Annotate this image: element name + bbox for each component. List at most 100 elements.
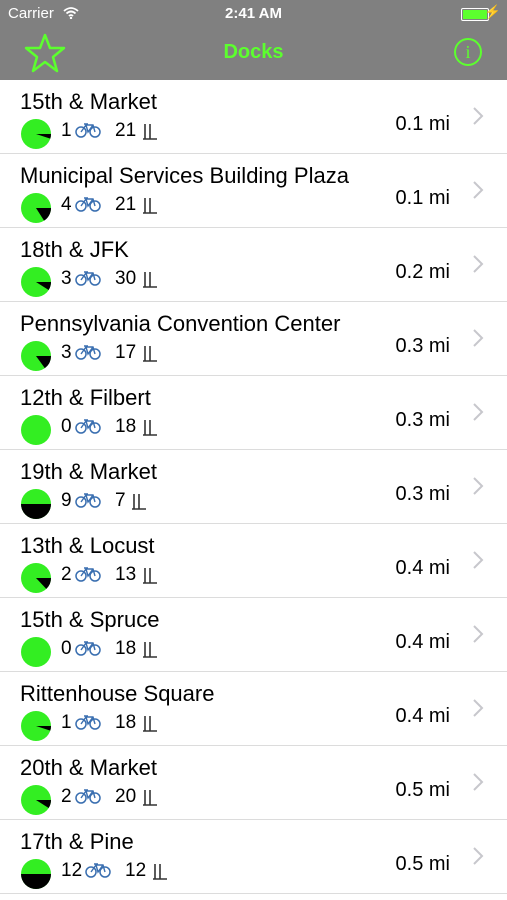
station-row[interactable]: 15th & Market 1 21 0.1 mi — [0, 80, 507, 154]
bike-icon — [75, 788, 101, 809]
station-distance: 0.3 mi — [395, 335, 450, 357]
dock-count: 18 — [115, 712, 137, 733]
station-row[interactable]: 19th & Market 9 7 0.3 mi — [0, 450, 507, 524]
dock-icon — [152, 863, 168, 886]
dock-icon — [131, 493, 147, 516]
station-distance: 0.1 mi — [395, 113, 450, 135]
dock-count: 21 — [115, 120, 137, 141]
bike-count: 0 — [61, 638, 72, 659]
dock-icon — [142, 789, 158, 812]
dock-count: 18 — [115, 416, 137, 437]
chevron-right-icon — [472, 846, 484, 871]
availability-pie-icon — [20, 340, 52, 377]
dock-icon — [142, 271, 158, 294]
station-distance: 0.2 mi — [395, 261, 450, 283]
station-distance: 0.4 mi — [395, 631, 450, 653]
bike-icon — [75, 418, 101, 439]
chevron-right-icon — [472, 402, 484, 427]
bike-count: 0 — [61, 416, 72, 437]
bike-count: 2 — [61, 786, 72, 807]
station-list: 15th & Market 1 21 0.1 mi Municipal Services… — [0, 80, 507, 894]
station-name: 17th & Pine — [20, 829, 134, 854]
availability-pie-icon — [20, 562, 52, 599]
availability-pie-icon — [20, 784, 52, 821]
station-distance: 0.5 mi — [395, 853, 450, 875]
bike-icon — [75, 196, 101, 217]
chevron-right-icon — [472, 106, 484, 131]
station-row[interactable]: 20th & Market 2 20 0.5 mi — [0, 746, 507, 820]
bike-count: 1 — [61, 712, 72, 733]
station-name: 19th & Market — [20, 459, 157, 484]
bike-count: 3 — [61, 268, 72, 289]
dock-icon — [142, 641, 158, 664]
status-bar: Carrier 2:41 AM ⚡ — [0, 0, 507, 28]
dock-icon — [142, 567, 158, 590]
station-name: 15th & Spruce — [20, 607, 160, 632]
dock-count: 13 — [115, 564, 137, 585]
dock-count: 12 — [125, 860, 147, 881]
page-title: Docks — [223, 41, 284, 63]
charging-icon: ⚡ — [484, 4, 501, 19]
availability-pie-icon — [20, 488, 52, 525]
station-name: Pennsylvania Convention Center — [20, 311, 341, 336]
chevron-right-icon — [472, 328, 484, 353]
station-row[interactable]: Municipal Services Building Plaza 4 21 0.1 … — [0, 154, 507, 228]
dock-count: 7 — [115, 490, 126, 511]
bike-count: 2 — [61, 564, 72, 585]
station-distance: 0.5 mi — [395, 779, 450, 801]
station-name: Municipal Services Building Plaza — [20, 163, 349, 188]
station-distance: 0.4 mi — [395, 705, 450, 727]
station-distance: 0.4 mi — [395, 557, 450, 579]
dock-icon — [142, 715, 158, 738]
chevron-right-icon — [472, 550, 484, 575]
station-row[interactable]: 17th & Pine 12 12 0.5 mi — [0, 820, 507, 894]
bike-icon — [75, 566, 101, 587]
bike-count: 3 — [61, 342, 72, 363]
dock-icon — [142, 345, 158, 368]
bike-icon — [75, 270, 101, 291]
station-distance: 0.3 mi — [395, 409, 450, 431]
station-distance: 0.1 mi — [395, 187, 450, 209]
dock-count: 21 — [115, 194, 137, 215]
availability-pie-icon — [20, 192, 52, 229]
bike-count: 1 — [61, 120, 72, 141]
bike-icon — [75, 492, 101, 513]
station-name: 15th & Market — [20, 89, 157, 114]
nav-bar: Docks i — [0, 28, 507, 80]
bike-icon — [75, 714, 101, 735]
chevron-right-icon — [472, 254, 484, 279]
station-name: 13th & Locust — [20, 533, 155, 558]
bike-icon — [75, 640, 101, 661]
station-row[interactable]: 18th & JFK 3 30 0.2 mi — [0, 228, 507, 302]
station-row[interactable]: Rittenhouse Square 1 18 0.4 mi — [0, 672, 507, 746]
bike-icon — [75, 122, 101, 143]
bike-count: 12 — [61, 860, 83, 881]
station-name: 20th & Market — [20, 755, 157, 780]
availability-pie-icon — [20, 118, 52, 155]
station-name: 18th & JFK — [20, 237, 129, 262]
info-icon[interactable]: i — [454, 38, 482, 66]
dock-count: 20 — [115, 786, 137, 807]
station-name: Rittenhouse Square — [20, 681, 215, 706]
dock-icon — [142, 197, 158, 220]
station-row[interactable]: 15th & Spruce 0 18 0.4 mi — [0, 598, 507, 672]
availability-pie-icon — [20, 414, 52, 451]
station-row[interactable]: Pennsylvania Convention Center 3 17 0.3 mi — [0, 302, 507, 376]
chevron-right-icon — [472, 180, 484, 205]
chevron-right-icon — [472, 772, 484, 797]
station-row[interactable]: 12th & Filbert 0 18 0.3 mi — [0, 376, 507, 450]
station-distance: 0.3 mi — [395, 483, 450, 505]
chevron-right-icon — [472, 624, 484, 649]
chevron-right-icon — [472, 476, 484, 501]
bike-icon — [85, 862, 111, 883]
availability-pie-icon — [20, 858, 52, 895]
dock-icon — [142, 419, 158, 442]
dock-count: 30 — [115, 268, 137, 289]
station-row[interactable]: 13th & Locust 2 13 0.4 mi — [0, 524, 507, 598]
availability-pie-icon — [20, 636, 52, 673]
bike-count: 4 — [61, 194, 72, 215]
status-time: 2:41 AM — [225, 5, 282, 22]
chevron-right-icon — [472, 698, 484, 723]
bike-icon — [75, 344, 101, 365]
availability-pie-icon — [20, 266, 52, 303]
